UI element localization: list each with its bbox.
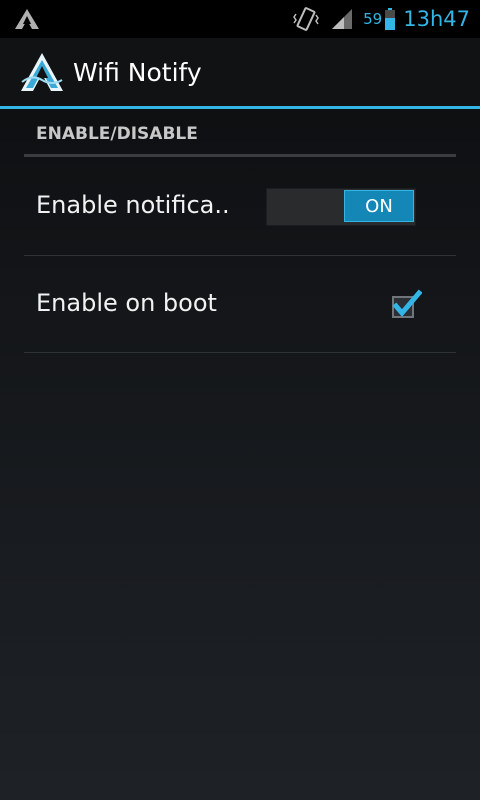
app-icon [15,9,39,29]
app-logo-icon[interactable] [20,52,64,92]
row-divider [24,352,456,353]
battery-icon [385,8,396,30]
screen: 59 13h47 Wifi Notify ENABLE/DISABLE Enab… [0,0,480,800]
pref-enable-notifications[interactable]: Enable notifica.. ON [24,158,456,254]
category-title: ENABLE/DISABLE [36,124,198,144]
status-indicators: 59 13h47 [293,0,470,38]
category-divider [24,154,456,157]
notifications-toggle[interactable]: ON [266,188,416,226]
enable-on-boot-checkbox[interactable] [390,288,422,320]
pref-label-enable-on-boot: Enable on boot [36,289,217,317]
action-bar-title: Wifi Notify [73,58,202,87]
toggle-thumb-on: ON [344,190,414,222]
pref-label-enable-notifications: Enable notifica.. [36,191,230,219]
action-bar: Wifi Notify [0,38,480,106]
status-bar: 59 13h47 [0,0,480,38]
action-bar-divider [0,106,480,109]
battery-level: 59 [363,10,383,28]
vibrate-icon [293,7,320,31]
pref-enable-on-boot[interactable]: Enable on boot [24,256,456,352]
signal-icon [332,9,353,29]
clock: 13h47 [403,7,470,31]
